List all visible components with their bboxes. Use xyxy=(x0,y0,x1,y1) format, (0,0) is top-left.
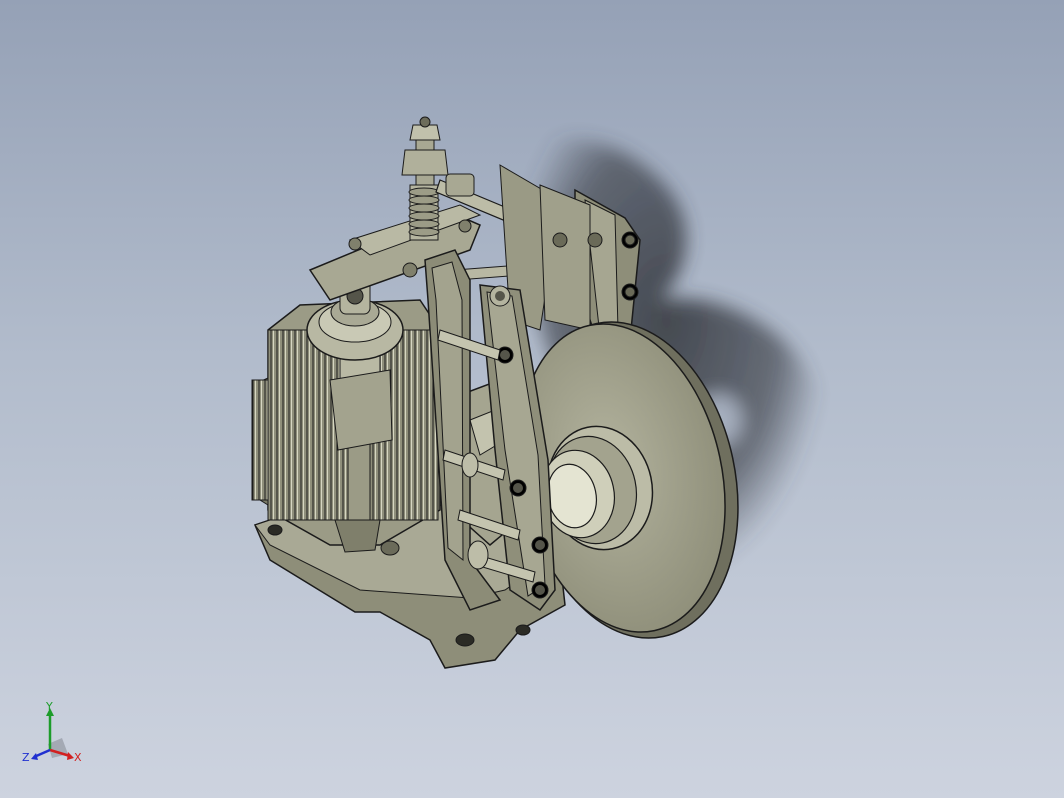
x-arrow-icon xyxy=(67,752,74,760)
y-axis-label: Y xyxy=(45,700,53,713)
view-orientation-triad[interactable]: Y X Z xyxy=(14,700,94,780)
cad-viewport[interactable]: Y X Z xyxy=(0,0,1064,798)
z-axis-label: Z xyxy=(22,751,30,764)
x-axis-label: X xyxy=(74,751,82,764)
thruster-cap[interactable] xyxy=(306,279,404,361)
brake-assembly-model[interactable] xyxy=(0,0,1064,798)
z-arrow-icon xyxy=(31,753,38,760)
